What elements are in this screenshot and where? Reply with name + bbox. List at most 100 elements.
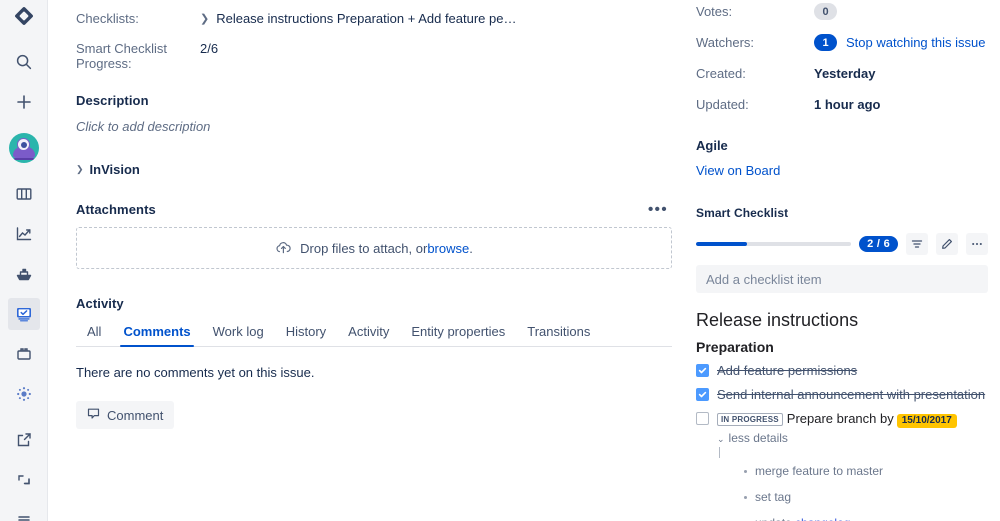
create-plus-icon[interactable] bbox=[8, 86, 40, 118]
expand-arrow-icon[interactable] bbox=[8, 464, 40, 496]
activity-tabs: All Comments Work log History Activity E… bbox=[76, 320, 672, 347]
reports-chart-icon[interactable] bbox=[8, 218, 40, 250]
invision-label: InVision bbox=[89, 162, 140, 177]
issue-main-column: Checklists: ❯ Release instructions Prepar… bbox=[48, 0, 690, 521]
checkbox-checked-icon[interactable] bbox=[696, 388, 709, 401]
subitem-label: merge feature to master bbox=[755, 464, 884, 478]
field-checklists-value[interactable]: ❯ Release instructions Preparation + Add … bbox=[200, 11, 516, 27]
activity-heading: Activity bbox=[76, 296, 124, 311]
board-icon[interactable] bbox=[8, 178, 40, 210]
field-progress-label: Smart Checklist Progress: bbox=[76, 41, 168, 71]
tab-comments[interactable]: Comments bbox=[112, 325, 201, 347]
add-checklist-item-placeholder: Add a checklist item bbox=[706, 271, 822, 287]
search-icon[interactable] bbox=[8, 46, 40, 78]
network-nodes-icon[interactable] bbox=[8, 378, 40, 410]
hamburger-menu-icon[interactable] bbox=[8, 504, 40, 521]
components-box-icon[interactable] bbox=[8, 338, 40, 370]
smart-checklist-heading: Smart Checklist bbox=[696, 206, 789, 220]
checklist-progress-bar bbox=[696, 242, 852, 246]
attachments-header: Attachments ••• bbox=[76, 202, 672, 218]
updated-value: 1 hour ago bbox=[814, 97, 881, 112]
comment-button-label: Comment bbox=[107, 407, 164, 423]
invision-section[interactable]: ❯ InVision bbox=[76, 162, 672, 177]
chevron-right-icon[interactable]: ❯ bbox=[200, 12, 209, 27]
attachment-dropzone[interactable]: Drop files to attach, or browse. bbox=[76, 227, 672, 269]
subitem-label: set tag bbox=[755, 490, 792, 504]
issue-right-panel: Votes: 0 Watchers: 1 Stop watching this … bbox=[690, 0, 1000, 521]
dropzone-suffix: . bbox=[469, 240, 473, 256]
project-avatar-image bbox=[8, 133, 39, 163]
comment-button[interactable]: Comment bbox=[76, 401, 175, 429]
pencil-icon[interactable] bbox=[936, 233, 958, 255]
jira-issue-view: ? Checklists: ❯Release instructions Prep… bbox=[0, 0, 1000, 521]
view-on-board-link[interactable]: View on Board bbox=[696, 163, 780, 178]
field-checklist-progress: Smart Checklist Progress: 2/6 bbox=[76, 41, 672, 71]
tab-history[interactable]: History bbox=[275, 325, 337, 346]
tab-transitions[interactable]: Transitions bbox=[516, 325, 601, 346]
chevron-down-icon[interactable]: ⌄ bbox=[717, 434, 725, 444]
attachments-heading: Attachments bbox=[76, 202, 156, 217]
checklist-title: Release instructions bbox=[696, 310, 859, 330]
comment-bubble-icon bbox=[87, 407, 100, 423]
less-details-toggle[interactable]: ⌄ less details bbox=[717, 431, 988, 445]
issues-monitor-icon[interactable] bbox=[7, 298, 40, 330]
no-comments-message: There are no comments yet on this issue. bbox=[76, 365, 315, 380]
smart-checklist-toolbar: 2 / 6 bbox=[696, 233, 988, 255]
votes-label: Votes: bbox=[696, 4, 733, 19]
external-link-icon[interactable] bbox=[8, 424, 40, 456]
checkbox-unchecked-icon[interactable] bbox=[696, 412, 709, 425]
tab-entity-properties[interactable]: Entity properties bbox=[400, 325, 516, 346]
checkbox-checked-icon[interactable] bbox=[696, 364, 709, 377]
created-value: Yesterday bbox=[814, 66, 876, 81]
tab-work-log[interactable]: Work log bbox=[202, 325, 275, 346]
description-placeholder[interactable]: Click to add description bbox=[76, 119, 672, 134]
checklist-item-label: IN PROGRESS Prepare branch by 15/10/2017 bbox=[717, 411, 957, 428]
attachments-more-icon[interactable]: ••• bbox=[644, 202, 672, 217]
checklist-item-label: Send internal announcement with presenta… bbox=[717, 387, 986, 402]
list-item[interactable]: set tag bbox=[744, 490, 988, 504]
created-label: Created: bbox=[696, 66, 746, 81]
dropzone-text: Drop files to attach, or bbox=[300, 240, 428, 256]
detail-watchers: Watchers: 1 Stop watching this issue bbox=[696, 34, 988, 51]
checklist-item[interactable]: Send internal announcement with presenta… bbox=[696, 387, 988, 402]
tab-all[interactable]: All bbox=[76, 325, 112, 346]
more-options-icon[interactable] bbox=[966, 233, 988, 255]
filter-icon[interactable] bbox=[906, 233, 928, 255]
field-checklists: Checklists: ❯ Release instructions Prepar… bbox=[76, 11, 672, 27]
watchers-badge[interactable]: 1 bbox=[814, 34, 837, 51]
checklist-item-label: Add feature permissions bbox=[717, 363, 858, 378]
checklist-item[interactable]: Add feature permissions bbox=[696, 363, 988, 378]
jira-logo-icon[interactable] bbox=[8, 0, 40, 32]
description-heading: Description bbox=[76, 93, 149, 108]
chevron-right-icon[interactable]: ❯ bbox=[76, 164, 84, 175]
checklist-progress-badge: 2 / 6 bbox=[859, 236, 898, 252]
agile-heading: Agile bbox=[696, 138, 728, 153]
updated-label: Updated: bbox=[696, 97, 749, 112]
list-item[interactable]: update changelog bbox=[744, 516, 988, 521]
changelog-link[interactable]: changelog bbox=[795, 516, 850, 521]
text-cursor bbox=[719, 447, 720, 458]
add-checklist-item-input[interactable]: Add a checklist item bbox=[696, 265, 988, 293]
checklist-progress-fill bbox=[696, 242, 748, 246]
checklist-section-preparation: Preparation bbox=[696, 339, 774, 355]
watchers-label: Watchers: bbox=[696, 35, 755, 50]
less-details-label: less details bbox=[728, 431, 788, 445]
bullet-icon bbox=[744, 495, 747, 499]
project-avatar[interactable] bbox=[8, 132, 40, 164]
checklist-item-text: Prepare branch by bbox=[786, 411, 894, 426]
stop-watching-link[interactable]: Stop watching this issue bbox=[846, 35, 985, 50]
checklist-item[interactable]: IN PROGRESS Prepare branch by 15/10/2017 bbox=[696, 411, 988, 428]
bullet-icon bbox=[744, 469, 747, 473]
detail-votes: Votes: 0 bbox=[696, 3, 988, 20]
tab-activity[interactable]: Activity bbox=[337, 325, 400, 346]
field-checklists-label: Checklists: bbox=[76, 11, 139, 26]
browse-link[interactable]: browse bbox=[427, 241, 469, 256]
checklist-subitems: merge feature to master set tag update c… bbox=[744, 464, 988, 521]
due-date-badge: 15/10/2017 bbox=[896, 414, 957, 428]
detail-created: Created: Yesterday bbox=[696, 66, 988, 81]
releases-ship-icon[interactable] bbox=[8, 258, 40, 290]
list-item[interactable]: merge feature to master bbox=[744, 464, 988, 478]
subitem-label: update changelog bbox=[755, 516, 850, 521]
field-progress-value: 2/6 bbox=[200, 41, 219, 56]
votes-badge[interactable]: 0 bbox=[814, 3, 837, 20]
